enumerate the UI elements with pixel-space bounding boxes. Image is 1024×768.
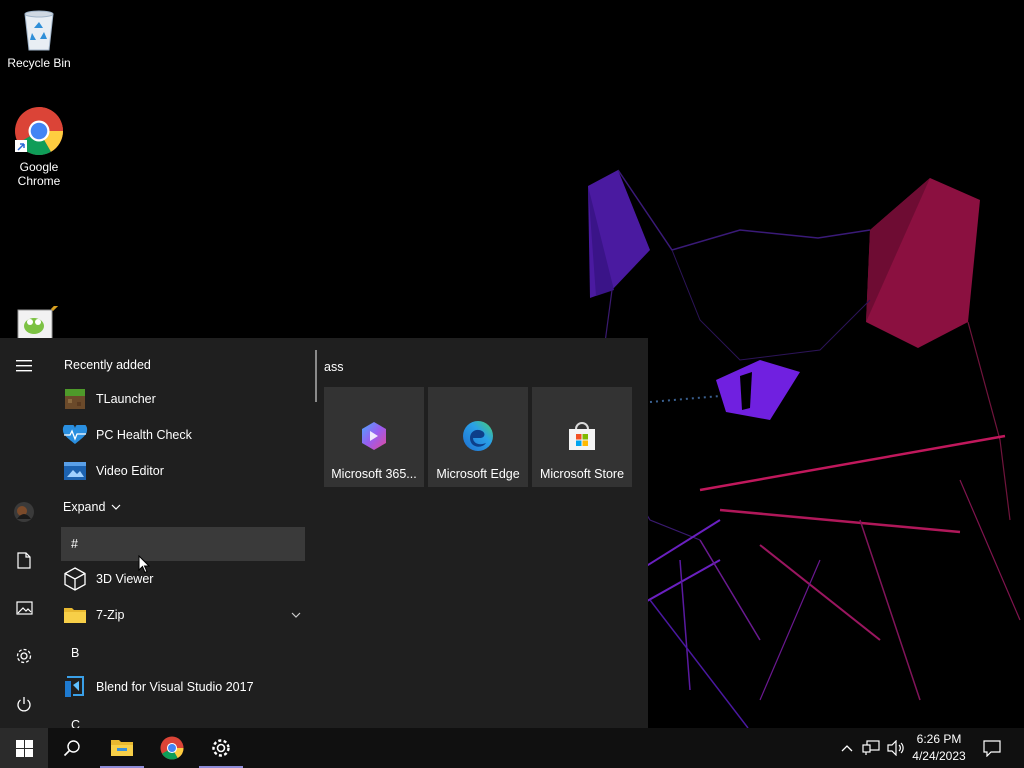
recently-added-header: Recently added [64, 358, 151, 372]
app-name: 7-Zip [96, 608, 125, 622]
folder-icon [62, 602, 88, 628]
app-name: PC Health Check [96, 428, 192, 442]
3d-viewer-icon [62, 566, 88, 592]
expand-label: Expand [63, 500, 106, 514]
network-icon[interactable] [860, 728, 882, 768]
app-list: Recently added TLauncher PC Health Check… [48, 338, 310, 728]
desktop-icon-label: Recycle Bin [7, 56, 71, 70]
documents-icon[interactable] [0, 540, 48, 580]
taskbar-settings[interactable] [197, 728, 245, 768]
app-name: 3D Viewer [96, 572, 154, 586]
action-center-icon[interactable] [980, 728, 1004, 768]
taskbar-file-explorer[interactable] [98, 728, 146, 768]
app-name: Blend for Visual Studio 2017 [96, 680, 254, 694]
chevron-down-icon[interactable] [291, 611, 301, 619]
tlauncher-icon [62, 386, 88, 412]
start-menu: Recently added TLauncher PC Health Check… [0, 338, 648, 728]
file-explorer-icon [111, 740, 133, 756]
settings-icon [212, 739, 230, 757]
clock-time: 6:26 PM [916, 732, 962, 746]
video-editor-icon [62, 458, 88, 484]
recycle-bin-icon [24, 10, 54, 51]
pictures-icon[interactable] [0, 588, 48, 628]
microsoft-store-icon [569, 422, 595, 450]
tile-group-name[interactable]: ass [324, 360, 343, 374]
google-chrome-icon [15, 107, 64, 156]
microsoft-edge-icon [463, 421, 493, 451]
start-icon [15, 739, 33, 757]
app-name: TLauncher [96, 392, 156, 406]
pc-health-check-icon [62, 422, 88, 448]
desktop-icon-label: Google Chrome [17, 160, 61, 188]
letter-header-b[interactable]: B [61, 636, 305, 670]
blend-icon [62, 674, 88, 700]
search-icon [63, 740, 80, 757]
start-rail [0, 338, 48, 728]
taskbar: 6:26 PM 4/24/2023 [0, 728, 1024, 768]
app-name: Video Editor [96, 464, 164, 478]
search-button[interactable] [48, 728, 96, 768]
chrome-icon [160, 736, 184, 760]
power-icon[interactable] [0, 684, 48, 724]
microsoft-365-icon [362, 422, 386, 450]
tile-label: Microsoft Store [539, 467, 625, 481]
app-item-3d-viewer[interactable]: 3D Viewer [61, 562, 305, 596]
letter-header-hash[interactable]: # [61, 527, 305, 561]
volume-icon[interactable] [884, 728, 906, 768]
app-item-pc-health-check[interactable]: PC Health Check [61, 418, 305, 452]
settings-icon[interactable] [0, 636, 48, 676]
mouse-cursor [138, 555, 150, 574]
clock-date: 4/24/2023 [912, 749, 966, 763]
chevron-down-icon [111, 504, 121, 510]
tile-label: Microsoft 365... [331, 467, 417, 481]
show-hidden-icons-chevron-icon[interactable] [838, 728, 856, 768]
notepad-plus-plus-icon[interactable] [16, 306, 62, 338]
desktop-icon-recycle-bin[interactable]: Recycle Bin [1, 8, 77, 70]
app-list-scrollbar[interactable] [315, 350, 317, 402]
hamburger-menu-icon[interactable] [0, 346, 48, 386]
taskbar-chrome[interactable] [148, 728, 196, 768]
app-folder-7-zip[interactable]: 7-Zip [61, 598, 305, 632]
app-item-video-editor[interactable]: Video Editor [61, 454, 305, 488]
tile-microsoft-365[interactable]: Microsoft 365... [324, 387, 424, 487]
expand-button[interactable]: Expand [63, 490, 133, 524]
system-clock[interactable]: 6:26 PM 4/24/2023 [904, 731, 974, 765]
start-button[interactable] [0, 728, 48, 768]
desktop-icon-google-chrome[interactable]: Google Chrome [1, 106, 77, 188]
app-item-blend-for-visual-studio-2017[interactable]: Blend for Visual Studio 2017 [61, 670, 305, 704]
letter-header-c[interactable]: C [61, 708, 305, 728]
tile-microsoft-store[interactable]: Microsoft Store [532, 387, 632, 487]
app-item-tlauncher[interactable]: TLauncher [61, 382, 305, 416]
user-avatar-icon[interactable] [0, 492, 48, 532]
tile-label: Microsoft Edge [436, 467, 520, 481]
tile-microsoft-edge[interactable]: Microsoft Edge [428, 387, 528, 487]
